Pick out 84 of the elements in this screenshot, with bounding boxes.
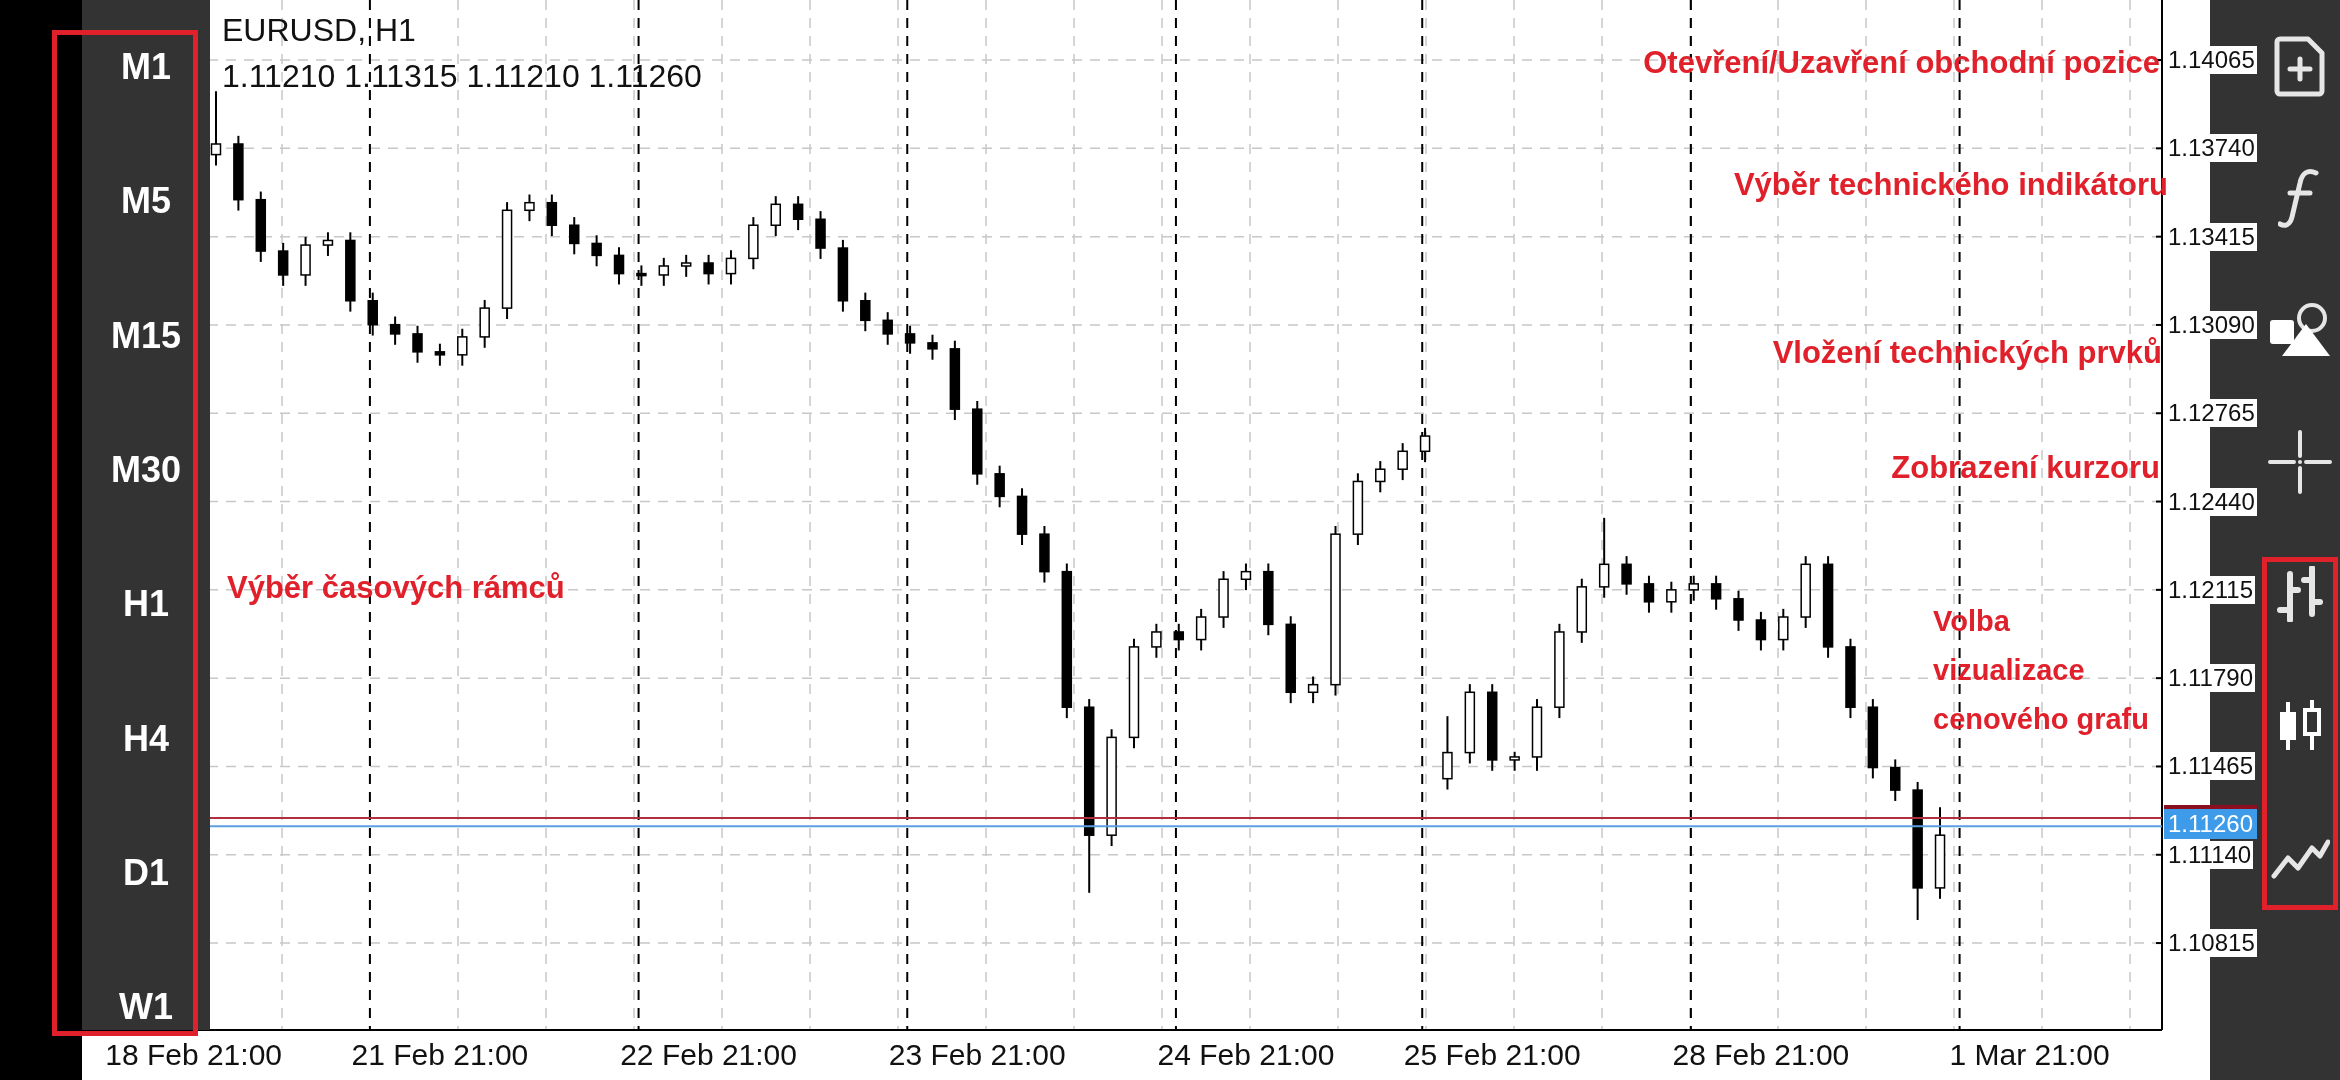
candle (927, 333, 938, 361)
function-icon[interactable] (2278, 167, 2322, 229)
candle (994, 464, 1005, 509)
time-axis-label: 18 Feb 21:00 (105, 1040, 282, 1070)
candle (277, 241, 289, 287)
candle (1666, 580, 1677, 614)
annotation-label: Vložení technických prvků (1772, 334, 2162, 372)
price-axis-label: 1.13415 (2166, 222, 2257, 251)
time-axis-label: 21 Feb 21:00 (351, 1040, 529, 1070)
price-axis-label: 1.11790 (2166, 664, 2255, 693)
price-axis-label: 1.13090 (2166, 310, 2257, 339)
timeframe-button[interactable]: M1 (104, 49, 188, 85)
candle (524, 193, 535, 223)
candle (748, 216, 759, 271)
time-axis-label: 22 Feb 21:00 (620, 1040, 797, 1070)
timeframe-button[interactable]: D1 (104, 854, 188, 891)
candle (1643, 574, 1655, 614)
candle (1509, 750, 1520, 772)
symbol-title: EURUSD, H1 (222, 14, 416, 46)
candle (658, 256, 670, 287)
line-chart-icon[interactable] (2270, 836, 2330, 880)
candle (1151, 622, 1162, 659)
candle (1621, 555, 1632, 596)
ohlc-values: 1.11210 1.11315 1.11210 1.11260 (222, 60, 702, 92)
candle (882, 311, 893, 346)
candle (703, 253, 714, 286)
crosshair-icon[interactable] (2268, 430, 2332, 494)
annotation-label: Otevření/Uzavření obchodní pozice (1643, 44, 2160, 82)
candle (1016, 487, 1028, 546)
price-axis-label: 1.11140 (2166, 840, 2254, 869)
candle (591, 234, 602, 268)
candle (1890, 758, 1901, 802)
candle (725, 249, 737, 286)
timeframe-button[interactable]: H1 (104, 586, 188, 623)
price-axis-label: 1.11465 (2166, 752, 2255, 781)
current-price-tag: 1.11260 (2164, 805, 2257, 840)
candle (300, 235, 311, 287)
candle (546, 193, 558, 238)
timeframe-button[interactable]: H4 (104, 720, 188, 757)
candle (322, 231, 334, 257)
price-axis-label: 1.14065 (2166, 46, 2257, 75)
candle (412, 324, 423, 364)
annotation-label: Výběr časových rámců (227, 569, 565, 607)
candle (770, 195, 781, 238)
time-axis-label: 25 Feb 21:00 (1403, 1040, 1581, 1070)
timeframe-button[interactable]: W1 (104, 989, 188, 1026)
candle (860, 291, 871, 333)
candle (1778, 607, 1789, 652)
candle (1039, 525, 1050, 584)
shapes-icon[interactable] (2268, 302, 2332, 358)
candle (1195, 607, 1207, 652)
candle (1576, 577, 1588, 644)
time-axis-label: 1 Mar 21:00 (1949, 1040, 2110, 1070)
candle (792, 195, 804, 232)
price-axis-label: 1.10815 (2166, 929, 2257, 958)
time-axis-label: 28 Feb 21:00 (1672, 1040, 1850, 1070)
candle (613, 246, 625, 286)
candle (569, 216, 580, 256)
candle (457, 327, 468, 367)
annotation-label: Zobrazení kurzoru (1891, 449, 2160, 487)
candle (434, 342, 446, 367)
timeframe-button[interactable]: M30 (104, 451, 188, 488)
candle (1397, 442, 1408, 482)
candle (680, 253, 692, 278)
candle (1710, 574, 1722, 611)
candle (1755, 610, 1767, 652)
time-axis-label: 23 Feb 21:00 (888, 1040, 1066, 1070)
price-axis-label: 1.13740 (2166, 134, 2257, 163)
candle (1733, 589, 1744, 632)
candle (1307, 675, 1319, 705)
time-axis-label: 24 Feb 21:00 (1157, 1040, 1335, 1070)
price-axis-label: 1.12115 (2166, 575, 2255, 604)
candle (1218, 570, 1229, 629)
candle (1240, 562, 1252, 592)
candle (389, 315, 401, 346)
price-axis-label: 1.12440 (2166, 487, 2257, 516)
candle (1375, 460, 1386, 494)
candle (479, 298, 490, 349)
new-document-icon[interactable] (2272, 35, 2328, 97)
annotation-label: Volba vizualizace cenového grafu (1933, 604, 2150, 737)
timeframe-button[interactable]: M5 (104, 183, 188, 220)
price-axis-label: 1.12765 (2166, 399, 2257, 428)
timeframe-button[interactable]: M15 (104, 317, 188, 354)
candle (815, 210, 826, 260)
